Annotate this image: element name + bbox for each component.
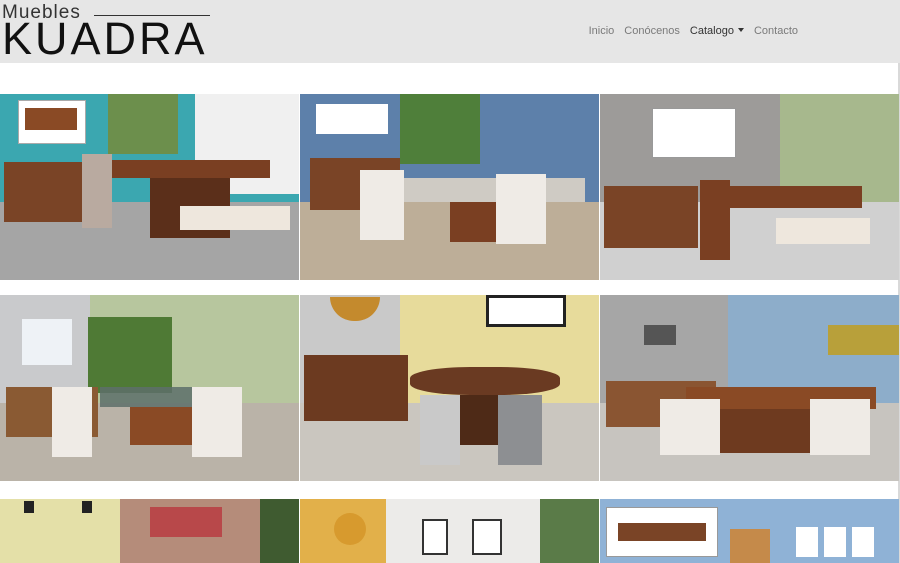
window-view <box>540 499 599 563</box>
inset-photo <box>652 108 736 158</box>
window-view <box>400 94 480 164</box>
wall-lamp <box>82 501 92 513</box>
wall-art <box>472 519 502 555</box>
main-nav: Inicio Conócenos Catalogo Contacto <box>589 25 900 41</box>
console-table <box>4 162 84 222</box>
sideboard <box>604 186 698 248</box>
wall-art <box>22 319 72 365</box>
catalog-tile-3[interactable] <box>600 94 899 280</box>
nav-item-catalogo[interactable]: Catalogo <box>690 25 744 41</box>
window-blind <box>730 529 770 563</box>
bench <box>776 218 870 244</box>
chair <box>496 174 546 244</box>
dining-table <box>712 186 862 208</box>
window-view <box>88 317 172 393</box>
catalog-tile-7[interactable] <box>0 499 299 563</box>
catalog-tile-9[interactable] <box>600 499 899 563</box>
catalog-tile-2[interactable] <box>300 94 599 280</box>
chair <box>660 399 720 455</box>
chair <box>498 395 542 465</box>
tile-wall-2 <box>386 499 540 563</box>
dining-table <box>110 160 270 178</box>
chair <box>82 154 112 228</box>
catalog-tile-4[interactable] <box>0 295 299 481</box>
wall-art <box>422 519 448 555</box>
nav-item-inicio[interactable]: Inicio <box>589 25 615 41</box>
catalog-tile-6[interactable] <box>600 295 899 481</box>
chair <box>810 399 870 455</box>
brand-logo[interactable]: Muebles KUADRA <box>2 2 217 62</box>
chair <box>360 170 404 240</box>
wall-art <box>828 325 899 355</box>
window-view <box>108 94 178 154</box>
table-inset <box>618 523 706 541</box>
console-inset <box>25 108 77 130</box>
catalog-tile-1[interactable] <box>0 94 299 280</box>
caret-down-icon <box>737 28 744 32</box>
chair <box>700 180 730 260</box>
sideboard <box>304 355 408 421</box>
navbar: Muebles KUADRA Inicio Conócenos Catalogo… <box>0 0 900 63</box>
wall-art <box>316 104 388 134</box>
nav-item-contacto[interactable]: Contacto <box>754 25 798 41</box>
wall-art <box>486 295 566 327</box>
window-view <box>260 499 299 563</box>
wall-art <box>644 325 676 345</box>
wall-art <box>796 527 818 557</box>
wall-art <box>852 527 874 557</box>
wall-lamp <box>24 501 34 513</box>
brand-big-text: KUADRA <box>2 13 208 64</box>
catalog-tile-8[interactable] <box>300 499 599 563</box>
nav-item-conocenos[interactable]: Conócenos <box>624 25 680 41</box>
catalog-tile-5[interactable] <box>300 295 599 481</box>
bench <box>180 206 290 230</box>
wall-art <box>150 507 222 537</box>
nav-item-catalogo-label: Catalogo <box>689 25 734 37</box>
marble-table <box>395 178 585 202</box>
wall-art <box>824 527 846 557</box>
chair <box>192 387 242 457</box>
chair <box>420 395 460 465</box>
tile-wall <box>0 499 120 563</box>
chair <box>52 387 92 457</box>
mirror <box>334 513 366 545</box>
round-table <box>410 367 560 395</box>
